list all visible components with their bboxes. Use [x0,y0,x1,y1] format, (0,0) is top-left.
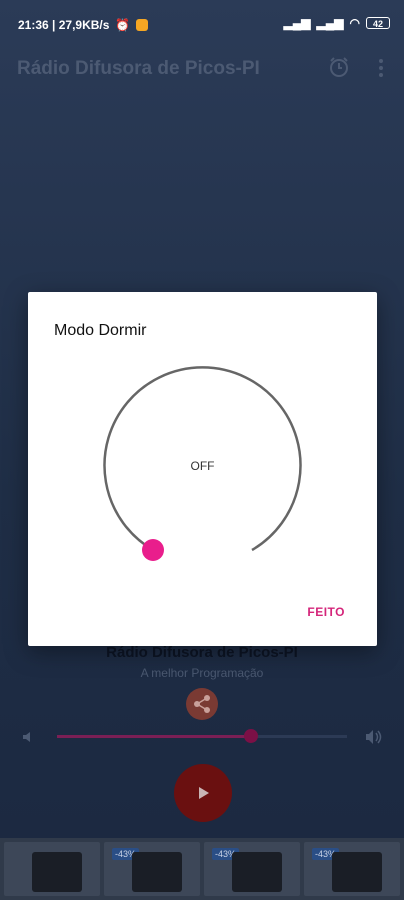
done-button[interactable]: FEITO [307,605,345,619]
sleep-timer-value: OFF [190,459,215,473]
sleep-timer-knob[interactable] [142,539,164,561]
sleep-mode-dialog: Modo Dormir OFF FEITO [28,292,377,646]
